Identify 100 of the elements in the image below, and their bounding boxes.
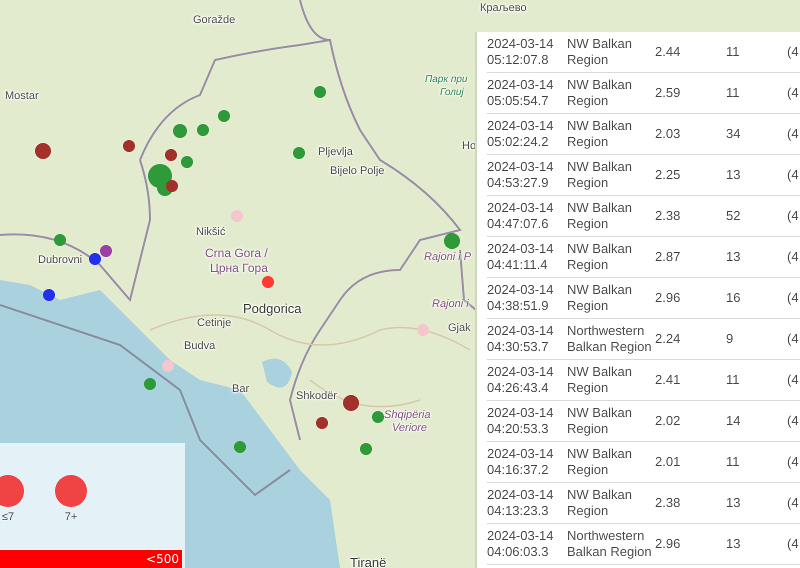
region-cell-text: NW Balkan Region bbox=[567, 77, 634, 109]
place-label: Rajoni i bbox=[432, 298, 469, 310]
earthquake-marker[interactable] bbox=[54, 234, 66, 246]
magnitude-cell: 2.41 bbox=[655, 372, 680, 388]
region-cell-text: NW Balkan Region bbox=[567, 446, 634, 478]
earthquake-marker[interactable] bbox=[234, 441, 246, 453]
region-cell-text: NW Balkan Region bbox=[567, 200, 634, 232]
place-label: Краљево bbox=[480, 2, 527, 14]
earthquake-marker[interactable] bbox=[181, 156, 193, 168]
earthquake-marker[interactable] bbox=[372, 411, 384, 423]
table-cell: (4 bbox=[787, 208, 799, 224]
earthquake-marker[interactable] bbox=[262, 276, 274, 288]
table-cell: (4 bbox=[787, 331, 799, 347]
place-label: Парк при bbox=[425, 74, 468, 85]
legend-label: 7+ bbox=[64, 511, 78, 523]
legend-color-bar: <500 bbox=[0, 550, 182, 568]
table-cell: (4 bbox=[787, 495, 799, 511]
place-label: Dubrovni bbox=[38, 254, 82, 266]
magnitude-cell: 2.38 bbox=[655, 208, 680, 224]
place-label: Nikšić bbox=[196, 226, 226, 238]
place-label: Goražde bbox=[193, 14, 236, 26]
magnitude-cell: 2.96 bbox=[655, 536, 680, 552]
table-cell: (4 bbox=[787, 290, 799, 306]
depth-cell: 13 bbox=[726, 536, 740, 552]
lake-shape bbox=[262, 358, 292, 388]
place-label: Budva bbox=[184, 340, 216, 352]
earthquake-marker[interactable] bbox=[162, 360, 174, 372]
place-label: Rajoni i P bbox=[424, 251, 472, 264]
place-label: Shqipëria bbox=[384, 409, 430, 422]
depth-cell: 11 bbox=[726, 454, 740, 470]
region-cell-text: NW Balkan Region bbox=[567, 364, 634, 396]
place-label: Veriore bbox=[392, 422, 428, 434]
date-time-cell: 2024-03-14 04:13:23.3 bbox=[487, 487, 554, 519]
region-cell-text: NW Balkan Region bbox=[567, 405, 634, 437]
depth-cell: 52 bbox=[726, 208, 740, 224]
date-time-cell: 2024-03-14 04:20:53.3 bbox=[487, 405, 554, 437]
earthquake-marker[interactable] bbox=[43, 289, 55, 301]
date-time-cell: 2024-03-14 04:16:37.2 bbox=[487, 446, 554, 478]
place-label: Cetinje bbox=[197, 317, 232, 330]
depth-cell: 13 bbox=[726, 495, 740, 511]
place-label: Bar bbox=[232, 383, 250, 396]
place-label: Bijelo Polje bbox=[330, 165, 384, 178]
earthquake-marker[interactable] bbox=[417, 324, 429, 336]
earthquake-marker[interactable] bbox=[316, 417, 328, 429]
earthquake-marker[interactable] bbox=[89, 253, 101, 265]
place-label: Podgorica bbox=[243, 302, 302, 316]
table-cell: (4 bbox=[787, 454, 799, 470]
depth-cell: 11 bbox=[726, 44, 740, 60]
magnitude-cell: 2.38 bbox=[655, 495, 680, 511]
earthquake-marker[interactable] bbox=[197, 124, 209, 136]
date-time-cell: 2024-03-14 05:05:54.7 bbox=[487, 77, 554, 109]
date-time-cell: 2024-03-14 05:02:24.2 bbox=[487, 118, 554, 150]
place-label: Tiranë bbox=[350, 556, 386, 568]
magnitude-cell: 2.44 bbox=[655, 44, 680, 60]
table-cell: (4 bbox=[787, 126, 799, 142]
date-time-cell: 2024-03-14 04:53:27.9 bbox=[487, 159, 554, 191]
table-cell: (4 bbox=[787, 44, 799, 60]
depth-cell: 13 bbox=[726, 167, 740, 183]
earthquake-marker[interactable] bbox=[343, 395, 359, 411]
region-cell-text: Northwestern Balkan Region bbox=[567, 323, 653, 355]
place-label: Crna Gora / bbox=[205, 247, 268, 260]
date-time-cell: 2024-03-14 04:41:11.4 bbox=[487, 241, 554, 273]
date-time-cell: 2024-03-14 04:06:03.3 bbox=[487, 528, 554, 560]
magnitude-cell: 2.25 bbox=[655, 167, 680, 183]
table-cell: (4 bbox=[787, 372, 799, 388]
magnitude-cell: 2.59 bbox=[655, 85, 680, 101]
earthquake-marker[interactable] bbox=[444, 233, 460, 249]
earthquake-marker[interactable] bbox=[293, 147, 305, 159]
earthquake-marker[interactable] bbox=[360, 443, 372, 455]
region-cell-text: NW Balkan Region bbox=[567, 118, 634, 150]
depth-cell: 11 bbox=[726, 372, 740, 388]
place-label: Црна Гора bbox=[210, 262, 268, 276]
magnitude-cell: 2.87 bbox=[655, 249, 680, 265]
earthquake-marker[interactable] bbox=[144, 378, 156, 390]
region-cell-text: NW Balkan Region bbox=[567, 36, 634, 68]
depth-cell: 9 bbox=[726, 331, 734, 347]
table-cell: (4 bbox=[787, 85, 799, 101]
region-cell-text: NW Balkan Region bbox=[567, 282, 634, 314]
magnitude-cell: 2.02 bbox=[655, 413, 680, 429]
legend-label: ≤7 bbox=[2, 511, 14, 523]
place-label: Голиј bbox=[440, 87, 464, 98]
earthquake-marker[interactable] bbox=[218, 110, 230, 122]
depth-cell: 13 bbox=[726, 249, 740, 265]
magnitude-cell: 2.03 bbox=[655, 126, 680, 142]
date-time-cell: 2024-03-14 05:12:07.8 bbox=[487, 36, 554, 68]
depth-cell: 16 bbox=[726, 290, 740, 306]
earthquake-marker[interactable] bbox=[166, 180, 178, 192]
earthquake-marker[interactable] bbox=[314, 86, 326, 98]
earthquake-marker[interactable] bbox=[165, 149, 177, 161]
table-cell: (4 bbox=[787, 249, 799, 265]
date-time-cell: 2024-03-14 04:30:53.7 bbox=[487, 323, 554, 355]
earthquake-marker[interactable] bbox=[100, 245, 112, 257]
earthquake-marker[interactable] bbox=[35, 143, 51, 159]
earthquake-marker[interactable] bbox=[231, 210, 243, 222]
earthquake-marker[interactable] bbox=[123, 140, 135, 152]
magnitude-cell: 2.01 bbox=[655, 454, 680, 470]
region-cell-text: Northwestern Balkan Region bbox=[567, 528, 653, 560]
place-label: Mostar bbox=[5, 90, 39, 102]
magnitude-cell: 2.96 bbox=[655, 290, 680, 306]
earthquake-marker[interactable] bbox=[173, 124, 187, 138]
